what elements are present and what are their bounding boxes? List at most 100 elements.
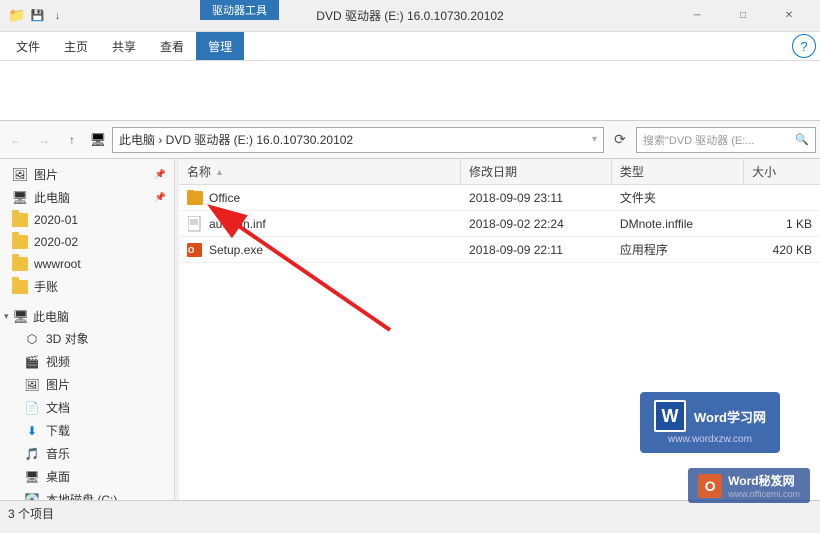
office-date: 2018-09-09 23:11 [461,191,612,205]
sidebar-item-2020-02[interactable]: 2020-02 [0,231,174,253]
tab-manage[interactable]: 管理 [196,32,244,60]
breadcrumb-text: 此电脑 › DVD 驱动器 (E:) 16.0.10730.20102 [119,131,353,148]
file-row-setup[interactable]: O Setup.exe 2018-09-09 22:11 应用程序 420 KB [179,237,820,263]
thispc-expand-icon: ▾ [4,311,9,322]
search-bar[interactable]: 搜索"DVD 驱动器 (E:... 🔍 [636,127,816,153]
col-sort-icon: ▲ [215,167,224,177]
col-header-date[interactable]: 修改日期 [461,159,612,185]
statusbar: 3 个项目 [0,500,820,526]
sidebar-item-downloads[interactable]: ⬇ 下载 [0,419,174,442]
pin-icon2: 📌 [155,192,166,203]
file-list-header: 名称 ▲ 修改日期 类型 大小 [179,159,820,185]
folder-2020-01-icon [12,212,28,228]
file-row-autorun[interactable]: autorun.inf 2018-09-02 22:24 DMnote.inff… [179,211,820,237]
status-count: 3 个项目 [8,505,54,522]
refresh-button[interactable]: ⟳ [608,128,632,152]
sidebar-label-video: 视频 [46,353,70,370]
thispc-quick-icon: 🖥 [12,190,28,206]
col-header-type[interactable]: 类型 [612,159,744,185]
video-icon: 🎬 [24,354,40,370]
breadcrumb-dropdown[interactable]: ▾ [592,134,597,145]
breadcrumb-pc-icon: 🖥 [88,130,108,150]
search-icon[interactable]: 🔍 [795,133,809,146]
tab-share[interactable]: 共享 [100,32,148,60]
sidebar-item-disk-c[interactable]: 💽 本地磁盘 (C:) [0,488,174,500]
folder-wwwroot-icon [12,256,28,272]
autorun-type: DMnote.inffile [612,217,744,231]
col-header-name[interactable]: 名称 ▲ [179,159,461,185]
sidebar-label-thispc-quick: 此电脑 [34,189,70,206]
window-icon: 📁 [8,7,25,24]
thispc-label: 此电脑 [33,308,69,325]
office-type: 文件夹 [612,189,744,206]
setup-date: 2018-09-09 22:11 [461,243,612,257]
addressbar: ← → ↑ 🖥 此电脑 › DVD 驱动器 (E:) 16.0.10730.20… [0,121,820,159]
sidebar-label-shoubi: 手账 [34,278,58,295]
quick-save-icon[interactable]: 💾 [29,8,45,24]
sidebar-label-2020-02: 2020-02 [34,235,78,249]
autorun-name: autorun.inf [209,217,266,231]
file-row-office[interactable]: Office 2018-09-09 23:11 文件夹 [179,185,820,211]
sidebar-label-documents: 文档 [46,399,70,416]
music-icon: 🎵 [24,446,40,462]
documents-icon: 📄 [24,400,40,416]
sidebar-item-thispc-quick[interactable]: 🖥 此电脑 📌 [0,186,174,209]
folder-shoubi-icon [12,279,28,295]
maximize-button[interactable]: □ [720,0,766,32]
sidebar-item-3d[interactable]: ⬡ 3D 对象 [0,327,174,350]
sidebar-label-downloads: 下载 [46,422,70,439]
setup-exe-icon: O [187,242,203,258]
sidebar-item-video[interactable]: 🎬 视频 [0,350,174,373]
disk-c-icon: 💽 [24,492,40,501]
sidebar-label-pictures: 图片 [46,376,70,393]
autorun-date: 2018-09-02 22:24 [461,217,612,231]
folder-2020-02-icon [12,234,28,250]
tab-file[interactable]: 文件 [4,32,52,60]
office-name: Office [209,191,240,205]
col-header-size[interactable]: 大小 [744,159,820,185]
setup-type: 应用程序 [612,241,744,258]
tab-view[interactable]: 查看 [148,32,196,60]
help-button[interactable]: ? [792,34,816,58]
tool-tab[interactable]: 驱动器工具 [200,0,279,20]
file-list-area: 名称 ▲ 修改日期 类型 大小 Offic [179,159,820,500]
sidebar-label-3d: 3D 对象 [46,330,89,347]
sidebar-item-pictures-quick[interactable]: 🖼 图片 📌 [0,163,174,186]
autorun-file-icon [187,216,203,232]
forward-button[interactable]: → [32,128,56,152]
back-button[interactable]: ← [4,128,28,152]
tab-home[interactable]: 主页 [52,32,100,60]
quick-arrow-icon[interactable]: ↓ [49,8,65,24]
thispc-icon: 🖥 [13,309,30,325]
ribbon-content [0,60,820,120]
setup-name: Setup.exe [209,243,263,257]
breadcrumb-bar[interactable]: 此电脑 › DVD 驱动器 (E:) 16.0.10730.20102 ▾ [112,127,604,153]
sidebar-item-desktop[interactable]: 🖥 桌面 [0,465,174,488]
window-controls: ─ □ ✕ [674,0,812,32]
office-folder-icon [187,190,203,206]
sidebar-item-shoubi[interactable]: 手账 [0,275,174,298]
sidebar-label-disk-c: 本地磁盘 (C:) [46,491,117,500]
sidebar-label-pictures-quick: 图片 [34,166,58,183]
sidebar-item-documents[interactable]: 📄 文档 [0,396,174,419]
titlebar-left: 📁 💾 ↓ [8,7,65,24]
svg-text:O: O [188,246,194,255]
desktop-icon: 🖥 [24,469,40,485]
up-button[interactable]: ↑ [60,128,84,152]
downloads-icon: ⬇ [24,423,40,439]
sidebar-item-music[interactable]: 🎵 音乐 [0,442,174,465]
sidebar-item-wwwroot[interactable]: wwwroot [0,253,174,275]
sidebar: 🖼 图片 📌 🖥 此电脑 📌 2020-01 2020-02 wwwroot [0,159,175,500]
pictures-quick-icon: 🖼 [12,167,28,183]
thispc-section[interactable]: ▾ 🖥 此电脑 [0,304,174,327]
main-area: 🖼 图片 📌 🖥 此电脑 📌 2020-01 2020-02 wwwroot [0,159,820,500]
sidebar-item-pictures[interactable]: 🖼 图片 [0,373,174,396]
empty-space [179,263,820,500]
autorun-size: 1 KB [744,217,820,231]
pictures-icon: 🖼 [24,377,40,393]
window-title: DVD 驱动器 (E:) 16.0.10730.20102 [316,7,503,24]
search-placeholder: 搜索"DVD 驱动器 (E:... [643,132,754,148]
sidebar-item-2020-01[interactable]: 2020-01 [0,209,174,231]
close-button[interactable]: ✕ [766,0,812,32]
minimize-button[interactable]: ─ [674,0,720,32]
